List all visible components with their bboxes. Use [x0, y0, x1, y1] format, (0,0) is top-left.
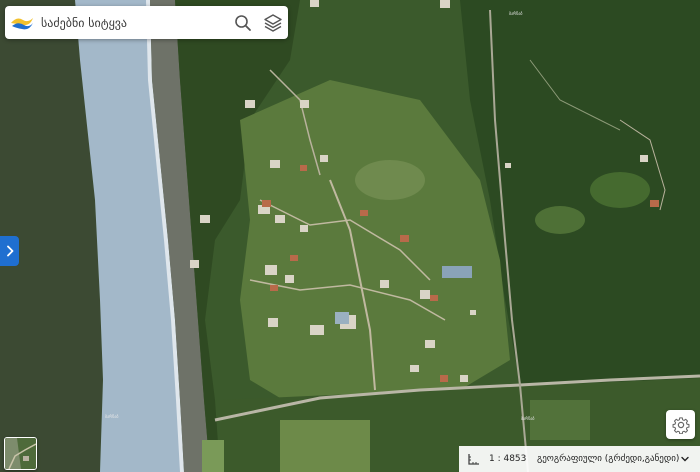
search-icon [235, 14, 251, 31]
map-scale: 1 : 4853 [489, 454, 527, 464]
settings-button[interactable] [666, 410, 695, 439]
layers-icon [264, 13, 282, 32]
chevron-down-icon [681, 456, 690, 462]
map-label: ბარნაბ [521, 416, 535, 421]
projection-label: გეოგრაფიული (გრძედი,განედი) [537, 454, 680, 464]
map-label: ბარნაბ [105, 414, 119, 419]
map-label: ბარნაბ [509, 11, 523, 16]
search-bar [5, 6, 288, 39]
search-input[interactable] [39, 7, 228, 38]
ruler-icon [468, 454, 479, 465]
layers-button[interactable] [258, 6, 288, 39]
measure-button[interactable] [459, 452, 489, 466]
basemap-switcher[interactable] [4, 437, 37, 470]
gear-icon [672, 416, 689, 434]
search-button[interactable] [228, 6, 258, 39]
basemap-preview [5, 438, 36, 469]
side-panel-toggle[interactable] [0, 236, 19, 266]
status-bar: 1 : 4853 გეოგრაფიული (გრძედი,განედი) [459, 446, 700, 472]
projection-select[interactable]: გეოგრაფიული (გრძედი,განედი) [537, 454, 690, 464]
satellite-map[interactable]: ბარნაბ ბარნაბ ბარნაბ [0, 0, 700, 472]
app-logo[interactable] [5, 6, 39, 39]
app-logo-icon [11, 17, 33, 29]
chevron-right-icon [6, 245, 13, 257]
satellite-imagery [0, 0, 700, 472]
